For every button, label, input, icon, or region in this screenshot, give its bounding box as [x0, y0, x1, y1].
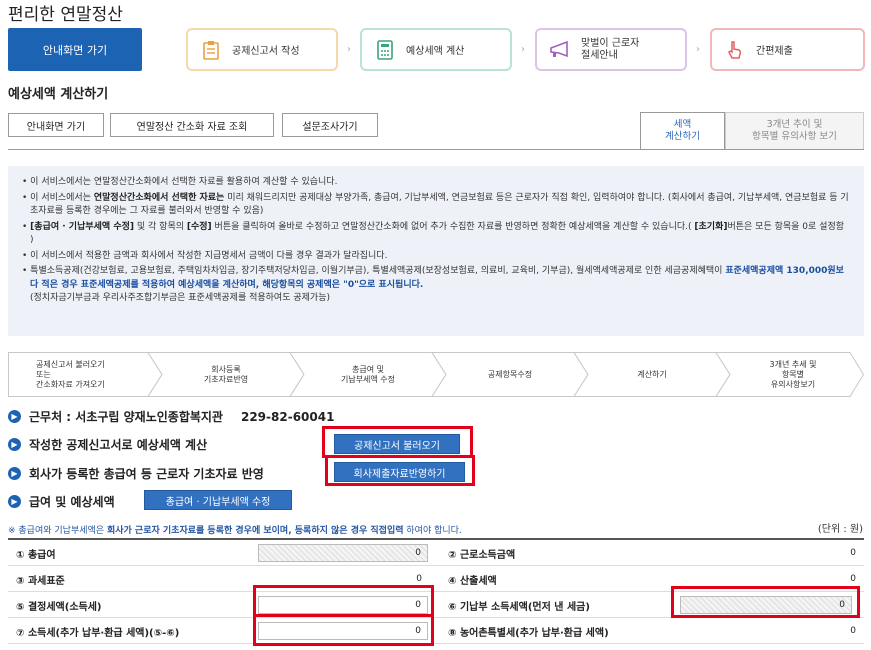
- tax-result-table: ① 총급여 0 ② 근로소득금액 0 ③ 과세표준 0 ④ 산출세액 0 ⑤ 결…: [8, 538, 864, 644]
- chevron-right-icon: ›: [696, 44, 700, 55]
- simple-lookup-button[interactable]: 연말정산 간소화 자료 조회: [110, 113, 274, 137]
- process-step: 회사등록 기초자료반영: [203, 364, 249, 384]
- notice-line: • [총급여 · 기납부세액 수정] 및 각 항목의 [수정] 버튼을 클릭하여…: [22, 221, 844, 246]
- arrow-circle-icon: ▶: [8, 438, 21, 451]
- calculator-icon: [374, 39, 396, 61]
- value-text: 0: [850, 548, 856, 558]
- value-text: 0: [850, 626, 856, 636]
- workplace-row: ▶ 근무처 : 서초구립 양재노인종합복지관 229-82-60041: [8, 408, 334, 425]
- step-tax-calc[interactable]: 예상세액 계산: [360, 28, 512, 71]
- process-step: 계산하기: [637, 369, 667, 379]
- app-title: 편리한 연말정산: [8, 5, 123, 25]
- row-label: ⑦ 소득세(추가 납부·환급 세액)(⑤-⑥): [16, 627, 180, 639]
- clipboard-icon: [200, 39, 222, 61]
- chevron-right-icon: ›: [521, 44, 525, 55]
- row-label: ③ 과세표준: [16, 575, 65, 587]
- notice-box: • 이 서비스에서는 연말정산간소화에서 선택한 자료를 활용하여 계산할 수 …: [8, 166, 864, 336]
- notice-line: • 이 서비스에서는 연말정산간소화에서 선택한 자료를 활용하여 계산할 수 …: [22, 177, 338, 187]
- highlight-box: [325, 455, 475, 486]
- step-deduction-form[interactable]: 공제신고서 작성: [186, 28, 338, 71]
- salary-row-label: 급여 및 예상세액: [29, 495, 115, 509]
- edit-salary-button[interactable]: 총급여 · 기납부세액 수정: [144, 490, 292, 510]
- row-label: ⑧ 농어촌특별세(추가 납부·환급 세액): [448, 627, 609, 639]
- deduction-row: ▶ 작성한 공제신고서로 예상세액 계산: [8, 436, 207, 453]
- arrow-circle-icon: ▶: [8, 467, 21, 480]
- tab-tax-calc[interactable]: 세액 계산하기: [640, 112, 725, 150]
- survey-button[interactable]: 설문조사가기: [282, 113, 378, 137]
- chevron-right-icon: ›: [347, 44, 351, 55]
- company-data-row-label: 회사가 등록한 총급여 등 근로자 기초자료 반영: [29, 467, 264, 481]
- table-row: ⑦ 소득세(추가 납부·환급 세액)(⑤-⑥) 0 ⑧ 농어촌특별세(추가 납부…: [8, 618, 864, 644]
- row-label: ④ 산출세액: [448, 575, 497, 587]
- notice-line: • 이 서비스에서 적용한 금액과 회사에서 작성한 지급명세서 금액이 다를 …: [22, 250, 388, 261]
- highlight-box: [253, 585, 434, 617]
- top-home-button[interactable]: 안내화면 가기: [8, 28, 142, 71]
- section-title: 예상세액 계산하기: [8, 87, 109, 102]
- step-label: 공제신고서 작성: [232, 46, 300, 57]
- value-field[interactable]: 0: [258, 544, 428, 562]
- step-label: 예상세액 계산: [406, 46, 465, 57]
- workplace-label: 근무처 : 서초구립 양재노인종합복지관: [29, 410, 223, 424]
- page: 편리한 연말정산 안내화면 가기 공제신고서 작성 › 예상세액 계산 › 맞벌…: [0, 0, 871, 650]
- row-label: ⑤ 결정세액(소득세): [16, 601, 102, 613]
- salary-note: ※ 총급여와 기납부세액은 회사가 근로자 기초자료를 등록한 경우에 보이며,…: [8, 526, 462, 536]
- highlight-box: [322, 426, 473, 458]
- process-step: 총급여 및 기납부세액 수정: [340, 364, 396, 384]
- arrow-circle-icon: ▶: [8, 495, 21, 508]
- salary-row: ▶ 급여 및 예상세액: [8, 493, 115, 510]
- guide-button[interactable]: 안내화면 가기: [8, 113, 104, 137]
- notice-line: • 이 서비스에서는 연말정산간소화에서 선택한 자료는 미리 채워드리지만 공…: [22, 192, 849, 217]
- business-number: 229-82-60041: [240, 409, 335, 424]
- process-step: 공제항목수정: [487, 369, 533, 379]
- row-label: ② 근로소득금액: [448, 549, 516, 561]
- deduction-row-label: 작성한 공제신고서로 예상세액 계산: [29, 438, 208, 452]
- highlight-box: [671, 586, 860, 618]
- unit-label: (단위 : 원): [817, 524, 863, 535]
- tab-three-year-trend[interactable]: 3개년 추이 및 항목별 유의사항 보기: [725, 112, 864, 150]
- process-step: 3개년 추세 및 항목별 유의사항보기: [769, 359, 817, 389]
- company-data-row: ▶ 회사가 등록한 총급여 등 근로자 기초자료 반영: [8, 465, 264, 482]
- table-row: ① 총급여 0 ② 근로소득금액 0: [8, 540, 864, 566]
- highlight-box: [253, 614, 434, 646]
- tab-divider: [8, 149, 864, 150]
- hand-pointer-icon: [724, 39, 746, 61]
- step-label: 간편제출: [756, 46, 793, 57]
- process-step: 공제신고서 불러오기 또는 간소화자료 가져오기: [36, 359, 105, 389]
- step-simple-submit[interactable]: 간편제출: [710, 28, 865, 71]
- row-label: ① 총급여: [16, 549, 56, 561]
- megaphone-icon: [549, 39, 571, 61]
- step-label: 맞벌이 근로자 절세안내: [581, 37, 640, 61]
- step-dual-income[interactable]: 맞벌이 근로자 절세안내: [535, 28, 687, 71]
- row-label: ⑥ 기납부 소득세액(먼저 낸 세금): [448, 601, 590, 613]
- process-steps: 공제신고서 불러오기 또는 간소화자료 가져오기 회사등록 기초자료반영 총급여…: [8, 352, 864, 397]
- notice-line: • 특별소득공제(건강보험료, 고용보험료, 주택임차차입금, 장기주택저당차입…: [22, 266, 844, 303]
- arrow-circle-icon: ▶: [8, 410, 21, 423]
